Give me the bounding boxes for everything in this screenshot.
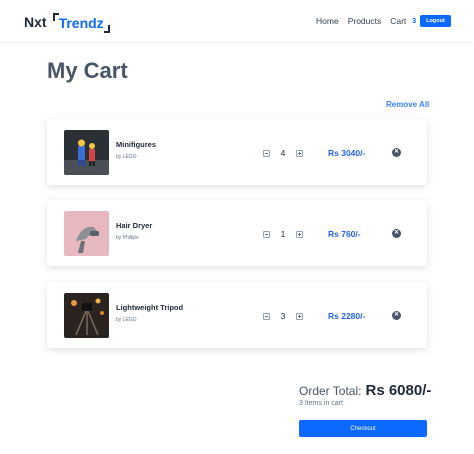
- close-icon[interactable]: ✕: [392, 148, 401, 157]
- product-image: [64, 211, 109, 256]
- logo-bracket-bottom-right: [103, 24, 110, 33]
- cart-item: Lightweight Tripod by LEGO 3 Rs 2280/- ✕: [47, 282, 427, 348]
- item-title: Hair Dryer: [116, 221, 153, 230]
- items-count: 3 Items in cart: [299, 400, 343, 407]
- decrement-icon[interactable]: [263, 149, 270, 157]
- product-image: [64, 130, 109, 175]
- nav-products-link[interactable]: Products: [348, 16, 382, 26]
- increment-icon[interactable]: [296, 149, 303, 157]
- logo-name: Trendz: [58, 14, 104, 31]
- item-title: Minifigures: [116, 140, 157, 149]
- quantity-value: 1: [280, 229, 286, 239]
- quantity-stepper: 4: [263, 148, 303, 158]
- page-title: My Cart: [47, 58, 128, 83]
- close-icon[interactable]: ✕: [392, 229, 401, 238]
- nav-links: Home Products Cart 3: [316, 16, 416, 26]
- quantity-stepper: 3: [263, 311, 303, 321]
- navbar: Nxt Trendz Home Products Cart 3 Logout: [0, 0, 474, 42]
- item-price: Rs 2280/-: [328, 311, 366, 321]
- logout-button[interactable]: Logout: [420, 15, 451, 27]
- order-total: Order Total: Rs 6080/-: [299, 382, 431, 399]
- item-price: Rs 3040/-: [328, 148, 366, 158]
- remove-all-button[interactable]: Remove All: [386, 100, 429, 109]
- logo-bracket-top-left: [52, 12, 59, 21]
- order-total-value: Rs 6080/-: [365, 382, 432, 399]
- increment-icon[interactable]: [296, 312, 303, 320]
- logo-name-wrap: Trendz: [52, 12, 110, 33]
- logo-prefix: Nxt: [24, 14, 47, 30]
- item-brand: by LEGO: [116, 154, 137, 160]
- cart-count-badge: 3: [412, 17, 417, 25]
- increment-icon[interactable]: [296, 230, 303, 238]
- logo[interactable]: Nxt Trendz: [24, 11, 110, 33]
- item-title: Lightweight Tripod: [116, 303, 184, 312]
- nav-cart-link[interactable]: Cart: [390, 16, 406, 26]
- checkout-button[interactable]: Checkout: [299, 420, 427, 437]
- cart-item: Minifigures by LEGO 4 Rs 3040/- ✕: [47, 119, 427, 185]
- decrement-icon[interactable]: [263, 230, 270, 238]
- product-image: [64, 293, 109, 338]
- item-brand: by LEGO: [116, 317, 137, 323]
- item-price: Rs 760/-: [328, 229, 361, 239]
- close-icon[interactable]: ✕: [392, 311, 401, 320]
- quantity-stepper: 1: [263, 229, 303, 239]
- item-brand: by Phillips: [116, 235, 139, 241]
- cart-item: Hair Dryer by Phillips 1 Rs 760/- ✕: [47, 200, 427, 266]
- quantity-value: 4: [280, 148, 286, 158]
- nav-home-link[interactable]: Home: [316, 16, 339, 26]
- decrement-icon[interactable]: [263, 312, 270, 320]
- quantity-value: 3: [280, 311, 286, 321]
- order-total-label: Order Total:: [299, 384, 362, 398]
